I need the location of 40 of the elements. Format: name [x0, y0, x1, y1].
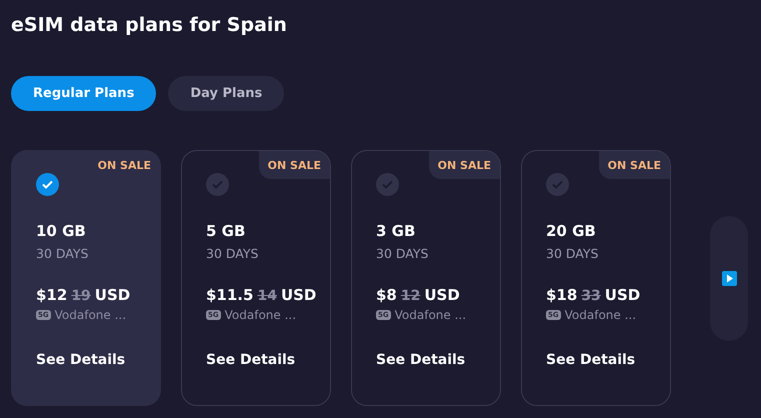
- details-link[interactable]: See Details: [36, 352, 160, 368]
- data-amount: 10 GB: [36, 222, 87, 240]
- sale-label: ON SALE: [428, 151, 500, 179]
- sale-price: $8: [376, 286, 397, 304]
- check-icon: [36, 173, 59, 196]
- sale-label: ON SALE: [598, 151, 670, 179]
- plan-duration: 30 DAYS: [36, 246, 90, 261]
- old-price: 12: [400, 288, 420, 304]
- plan-duration: 30 DAYS: [546, 246, 600, 261]
- plan-tab[interactable]: Day Plans: [168, 76, 284, 111]
- details-link[interactable]: See Details: [546, 352, 670, 368]
- network-name: Vodafone ...: [394, 308, 466, 322]
- check-icon: [206, 173, 229, 196]
- network-name: Vodafone ...: [224, 308, 296, 322]
- sale-price: $12: [36, 286, 68, 304]
- currency: USD: [94, 286, 130, 304]
- sale-label: ON SALE: [258, 151, 330, 179]
- data-amount: 3 GB: [376, 222, 416, 240]
- currency: USD: [424, 286, 460, 304]
- next-button[interactable]: [710, 216, 748, 341]
- data-amount: 5 GB: [206, 222, 246, 240]
- old-price: 14: [257, 288, 277, 304]
- sale-label: ON SALE: [96, 158, 152, 174]
- sale-price: $18: [546, 286, 578, 304]
- details-link[interactable]: See Details: [206, 352, 330, 368]
- play-icon: [722, 271, 736, 286]
- page-title: eSIM data plans for Spain: [11, 13, 288, 38]
- plan-duration: 30 DAYS: [376, 246, 430, 261]
- currency: USD: [604, 286, 640, 304]
- currency: USD: [280, 286, 316, 304]
- old-price: 19: [71, 288, 91, 304]
- old-price: 33: [581, 288, 601, 304]
- details-link[interactable]: See Details: [376, 352, 500, 368]
- sale-price: $11.5: [206, 286, 254, 304]
- check-icon: [546, 173, 569, 196]
- network-name: Vodafone ...: [54, 308, 126, 322]
- check-icon: [376, 173, 399, 196]
- plan-duration: 30 DAYS: [206, 246, 260, 261]
- network-name: Vodafone ...: [564, 308, 636, 322]
- data-amount: 20 GB: [546, 222, 597, 240]
